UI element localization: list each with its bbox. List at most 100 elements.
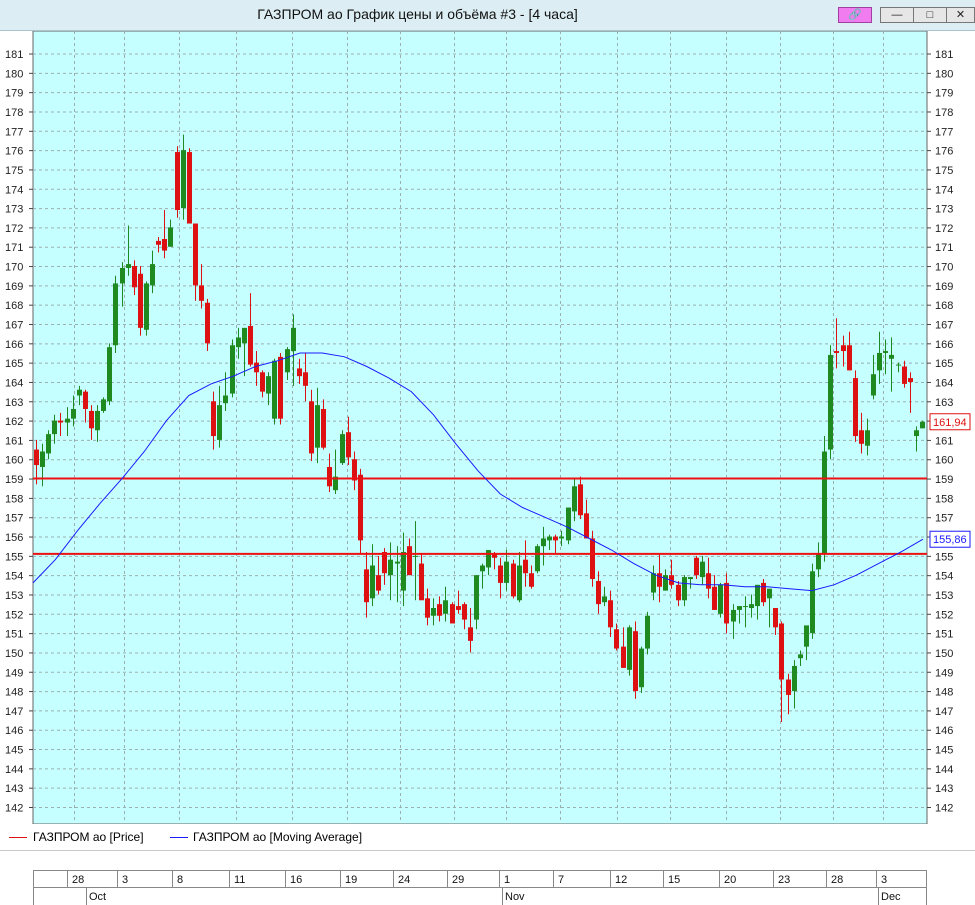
candle-body: [627, 627, 632, 670]
candle-body: [162, 238, 167, 251]
candle-body: [101, 399, 106, 411]
price-legend-swatch: [9, 837, 27, 838]
price-chart[interactable]: 142 142 143 143 144 144 145 145 146 146 147 147 148 1…: [0, 31, 975, 824]
y-tick-label-left: 159: [5, 474, 23, 486]
candle-body: [370, 565, 375, 599]
candle-body: [297, 368, 302, 377]
candle-body: [896, 364, 901, 366]
y-tick-label-right: 169: [935, 281, 953, 293]
candle-body: [566, 507, 571, 541]
link-button[interactable]: 🔗: [838, 7, 872, 23]
y-tick-label-left: 177: [5, 126, 23, 138]
candle-body: [865, 430, 870, 446]
y-tick-label-right: 159: [935, 474, 953, 486]
y-tick-label-left: 149: [5, 667, 23, 679]
y-tick-label-right: 146: [935, 725, 953, 737]
candle-body: [388, 559, 393, 576]
candle-body: [34, 449, 39, 466]
candle-body: [859, 430, 864, 444]
candle-body: [358, 474, 363, 541]
date-tick-label: 29: [452, 874, 464, 886]
date-tick-label: 7: [558, 874, 564, 886]
candle-body: [517, 565, 522, 601]
y-tick-label-right: 152: [935, 609, 953, 621]
date-tick-label: 3: [881, 874, 887, 886]
candle-body: [278, 356, 283, 419]
candle-body: [217, 405, 222, 440]
candle-body: [883, 351, 888, 353]
date-tick-label: 15: [668, 874, 680, 886]
candle-body: [443, 600, 448, 614]
candle-body: [584, 513, 589, 539]
y-tick-label-left: 146: [5, 725, 23, 737]
candle-body: [480, 565, 485, 572]
y-tick-label-left: 151: [5, 629, 23, 641]
minimize-icon: —: [891, 9, 903, 21]
y-tick-label-right: 151: [935, 629, 953, 641]
candle-body: [712, 586, 717, 610]
y-tick-label-left: 164: [5, 377, 23, 389]
y-tick-label-left: 168: [5, 300, 23, 312]
candle-body: [291, 327, 296, 352]
y-tick-label-right: 172: [935, 223, 953, 235]
date-tick-label: 11: [234, 874, 245, 886]
candle-body: [553, 536, 558, 541]
candle-body: [120, 267, 125, 284]
candle-body: [706, 573, 711, 589]
ma-legend-swatch: [170, 837, 188, 838]
y-tick-label-left: 175: [5, 165, 23, 177]
minimize-button[interactable]: —: [880, 7, 914, 23]
candle-body: [767, 588, 772, 599]
candle-body: [364, 569, 369, 603]
candle-body: [810, 571, 815, 634]
candle-body: [535, 546, 540, 572]
candle-body: [682, 577, 687, 601]
date-tick-label: 28: [72, 874, 84, 886]
candle-body: [504, 561, 509, 583]
y-tick-label-right: 157: [935, 513, 953, 525]
y-tick-label-left: 156: [5, 532, 23, 544]
date-axis[interactable]: 28 3 8 11 16 19 24 29 1 7 12 15 20 23 28 3 Oct Nov Dec: [0, 850, 975, 905]
y-tick-label-left: 161: [5, 435, 23, 447]
y-tick-label-left: 157: [5, 513, 23, 525]
y-tick-label-left: 174: [5, 184, 23, 196]
y-tick-label-right: 175: [935, 165, 953, 177]
candle-body: [395, 561, 400, 564]
candle-body: [83, 391, 88, 410]
candle-body: [113, 283, 118, 346]
candle-body: [89, 410, 94, 429]
y-tick-label-right: 154: [935, 571, 953, 583]
y-tick-label-right: 176: [935, 146, 953, 158]
candle-body: [340, 434, 345, 464]
candle-body: [107, 347, 112, 402]
y-tick-label-right: 147: [935, 706, 953, 718]
candle-body: [547, 536, 552, 541]
candle-body: [425, 598, 430, 618]
candle-body: [248, 325, 253, 365]
date-tick-label: 23: [778, 874, 790, 886]
candle-body: [559, 536, 564, 539]
y-tick-label-right: 149: [935, 667, 953, 679]
close-button[interactable]: ✕: [946, 7, 975, 23]
candle-body: [779, 623, 784, 680]
candle-body: [541, 538, 546, 547]
candle-body: [382, 551, 387, 574]
date-tick-label: 3: [122, 874, 128, 886]
candle-body: [804, 625, 809, 647]
candle-body: [321, 409, 326, 448]
y-tick-label-left: 172: [5, 223, 23, 235]
y-tick-label-left: 147: [5, 706, 23, 718]
candle-body: [456, 606, 461, 610]
candle-body: [590, 538, 595, 580]
restore-button[interactable]: □: [913, 7, 947, 23]
candle-body: [889, 354, 894, 359]
y-tick-label-left: 170: [5, 262, 23, 274]
candle-body: [822, 451, 827, 554]
candle-body: [786, 679, 791, 695]
ma-legend-label: ГАЗПРОМ ао [Moving Average]: [193, 830, 363, 844]
y-tick-label-left: 171: [5, 242, 23, 254]
last-price-label: 161,94: [933, 417, 967, 429]
price-legend-label: ГАЗПРОМ ао [Price]: [33, 830, 144, 844]
candle-body: [144, 283, 149, 330]
y-tick-label-left: 166: [5, 339, 23, 351]
